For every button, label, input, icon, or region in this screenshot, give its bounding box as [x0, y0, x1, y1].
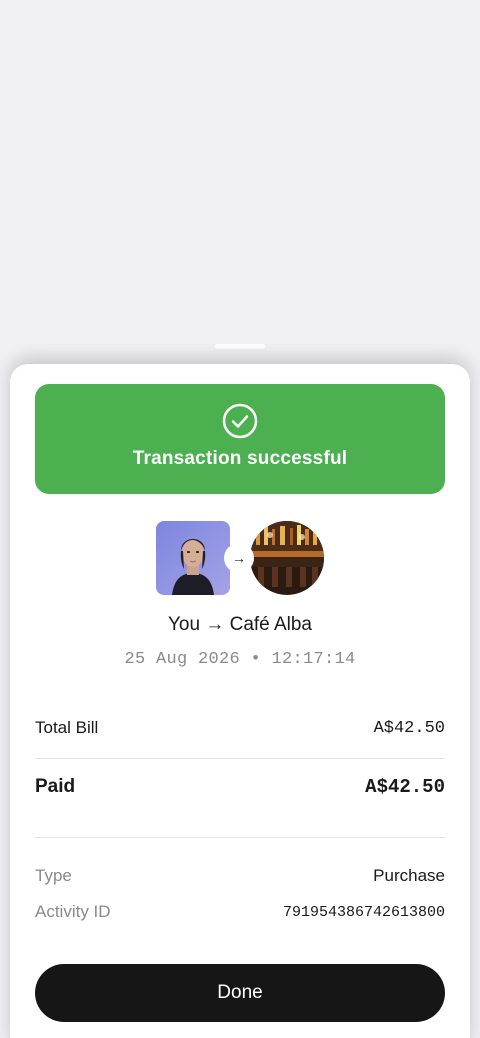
sender-avatar — [156, 521, 230, 595]
activity-id-row: Activity ID 791954386742613800 — [35, 902, 445, 922]
divider — [35, 758, 445, 759]
check-circle-icon — [222, 403, 258, 439]
transfer-parties: You → Café Alba — [167, 614, 312, 635]
total-bill-value: A$42.50 — [373, 718, 445, 738]
type-value: Purchase — [373, 866, 445, 885]
activity-id-label: Activity ID — [35, 902, 111, 921]
divider — [35, 837, 445, 838]
paid-value: A$42.50 — [365, 776, 445, 798]
merchant-avatar — [250, 521, 324, 595]
transfer-avatars: → — [156, 521, 326, 595]
paid-row: Paid A$42.50 — [35, 776, 445, 798]
transaction-sheet: Transaction successful → You → Café Alba… — [10, 364, 470, 1038]
total-bill-row: Total Bill A$42.50 — [35, 718, 445, 738]
done-button[interactable]: Done — [35, 964, 445, 1022]
type-row: Type Purchase — [35, 866, 445, 886]
success-banner: Transaction successful — [35, 384, 445, 494]
type-label: Type — [35, 866, 72, 885]
paid-label: Paid — [35, 776, 76, 797]
banner-title: Transaction successful — [132, 448, 348, 469]
activity-id-value: 791954386742613800 — [282, 903, 445, 921]
screen: Transaction successful → You → Café Alba… — [0, 0, 480, 1038]
total-bill-label: Total Bill — [35, 718, 99, 737]
transaction-timestamp: 25 Aug 2026 • 12:17:14 — [124, 650, 356, 669]
sheet-grabber[interactable] — [215, 344, 265, 349]
arrow-right-icon: → — [224, 543, 254, 573]
